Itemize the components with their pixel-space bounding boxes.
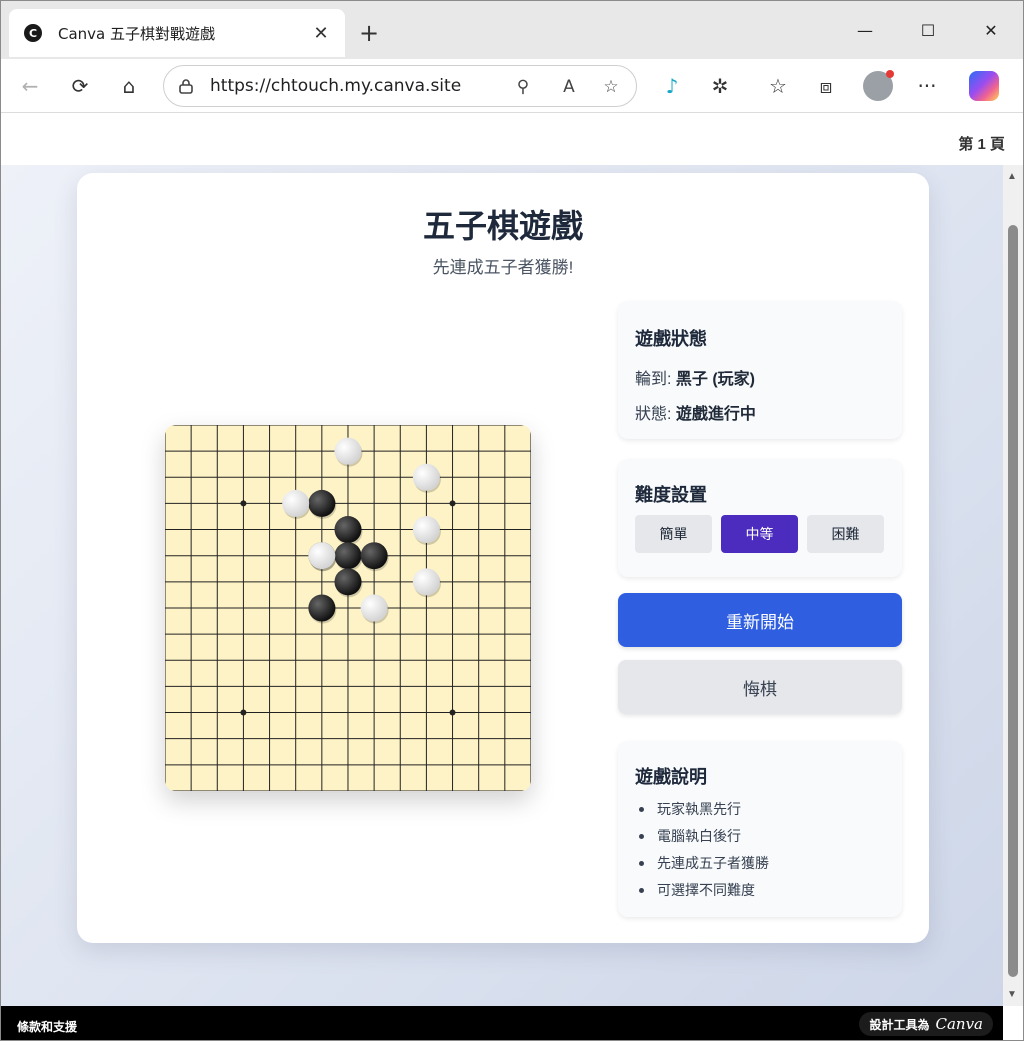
white-stone <box>334 437 362 465</box>
scroll-up-arrow-icon[interactable]: ▲ <box>1007 171 1017 182</box>
scroll-down-arrow-icon[interactable]: ▼ <box>1007 989 1017 1000</box>
canva-footer: 條款和支援 設計工具為 Canva <box>1 1006 1003 1040</box>
favorite-star-icon[interactable]: ☆ <box>598 74 624 100</box>
star-point <box>449 500 456 507</box>
close-window-icon[interactable]: ✕ <box>969 15 1013 45</box>
game-card: 五子棋遊戲 先連成五子者獲勝! 遊戲狀態 輪到: 黑子 (玩家) 狀態: 遊戲進… <box>77 173 929 943</box>
black-stone <box>334 516 362 544</box>
difficulty-easy-button[interactable]: 簡單 <box>635 515 712 553</box>
white-stone <box>412 568 440 596</box>
white-stone <box>412 516 440 544</box>
black-stone <box>334 542 362 570</box>
star-point <box>240 500 247 507</box>
zoom-icon[interactable]: ⚲ <box>510 74 536 100</box>
white-stone <box>308 542 336 570</box>
black-stone <box>360 542 388 570</box>
terms-support-link[interactable]: 條款和支援 <box>17 1018 77 1035</box>
back-icon[interactable]: ← <box>15 71 45 101</box>
list-item: 可選擇不同難度 <box>635 880 769 907</box>
browser-toolbar: ← ⟳ ⌂ https://chtouch.my.canva.site ⚲ A … <box>1 59 1023 113</box>
reload-icon[interactable]: ⟳ <box>65 71 95 101</box>
difficulty-medium-button[interactable]: 中等 <box>721 515 798 553</box>
read-aloud-icon[interactable]: A <box>556 74 582 100</box>
list-item: 電腦執白後行 <box>635 826 769 853</box>
more-icon[interactable]: ··· <box>912 71 942 101</box>
vertical-scrollbar[interactable]: ▲ ▼ <box>1003 165 1023 1006</box>
close-tab-icon[interactable]: ✕ <box>309 21 333 45</box>
canva-favicon-icon: C <box>24 24 42 42</box>
browser-window: C Canva 五子棋對戰遊戲 ✕ + — ☐ ✕ ← ⟳ ⌂ https://… <box>0 0 1024 1041</box>
white-stone <box>412 463 440 491</box>
turn-value: 黑子 (玩家) <box>675 371 756 388</box>
copilot-icon[interactable] <box>969 71 999 101</box>
profile-avatar[interactable] <box>863 70 894 101</box>
tab-title: Canva 五子棋對戰遊戲 <box>58 24 216 43</box>
state-line: 狀態: 遊戲進行中 <box>635 400 756 424</box>
canva-logo-text: Canva <box>935 1015 984 1033</box>
undo-button[interactable]: 悔棋 <box>618 660 902 714</box>
list-item: 先連成五子者獲勝 <box>635 853 769 880</box>
address-bar[interactable]: https://chtouch.my.canva.site ⚲ A ☆ <box>163 65 637 107</box>
browser-tab[interactable]: C Canva 五子棋對戰遊戲 ✕ <box>9 9 345 57</box>
difficulty-panel-title: 難度設置 <box>635 485 707 505</box>
maximize-icon[interactable]: ☐ <box>906 15 950 45</box>
gomoku-board[interactable] <box>165 425 531 791</box>
star-point <box>449 709 456 716</box>
turn-label: 輪到: <box>635 371 672 388</box>
rules-panel-title: 遊戲說明 <box>635 767 707 787</box>
star-point <box>240 709 247 716</box>
screenshot-icon[interactable]: ⧈ <box>811 71 841 101</box>
board-grid[interactable] <box>165 425 531 791</box>
rules-list: 玩家執黑先行 電腦執白後行 先連成五子者獲勝 可選擇不同難度 <box>635 799 769 907</box>
white-stone <box>282 489 310 517</box>
home-icon[interactable]: ⌂ <box>114 71 144 101</box>
difficulty-hard-button[interactable]: 困難 <box>807 515 884 553</box>
url-text[interactable]: https://chtouch.my.canva.site <box>210 76 461 96</box>
scroll-thumb[interactable] <box>1008 225 1018 977</box>
page-header: 第 1 頁 <box>1 113 1023 165</box>
rules-panel: 遊戲說明 玩家執黑先行 電腦執白後行 先連成五子者獲勝 可選擇不同難度 <box>618 741 902 917</box>
turn-line: 輪到: 黑子 (玩家) <box>635 365 755 389</box>
difficulty-panel: 難度設置 簡單 中等 困難 <box>618 459 902 577</box>
extension-icon[interactable]: ♪ <box>657 71 687 101</box>
restart-button[interactable]: 重新開始 <box>618 593 902 647</box>
black-stone <box>308 594 336 622</box>
game-title: 五子棋遊戲 <box>422 208 583 244</box>
lock-icon[interactable] <box>176 76 196 96</box>
state-value: 遊戲進行中 <box>675 406 756 423</box>
minimize-icon[interactable]: — <box>843 15 887 45</box>
state-label: 狀態: <box>635 406 672 423</box>
status-panel: 遊戲狀態 輪到: 黑子 (玩家) 狀態: 遊戲進行中 <box>618 301 902 439</box>
title-bar: C Canva 五子棋對戰遊戲 ✕ + — ☐ ✕ <box>1 1 1023 59</box>
made-with-canva-badge[interactable]: 設計工具為 Canva <box>859 1012 993 1036</box>
black-stone <box>308 489 336 517</box>
black-stone <box>334 568 362 596</box>
page-number-label: 第 1 頁 <box>958 136 1005 153</box>
favorites-icon[interactable]: ☆ <box>763 71 793 101</box>
status-panel-title: 遊戲狀態 <box>635 329 707 349</box>
list-item: 玩家執黑先行 <box>635 799 769 826</box>
new-tab-icon[interactable]: + <box>353 17 385 49</box>
made-with-label: 設計工具為 <box>869 1017 930 1032</box>
white-stone <box>360 594 388 622</box>
game-subtitle: 先連成五子者獲勝! <box>432 258 574 277</box>
extensions-icon[interactable]: ✲ <box>705 71 735 101</box>
page-viewport: 五子棋遊戲 先連成五子者獲勝! 遊戲狀態 輪到: 黑子 (玩家) 狀態: 遊戲進… <box>1 165 1003 1006</box>
